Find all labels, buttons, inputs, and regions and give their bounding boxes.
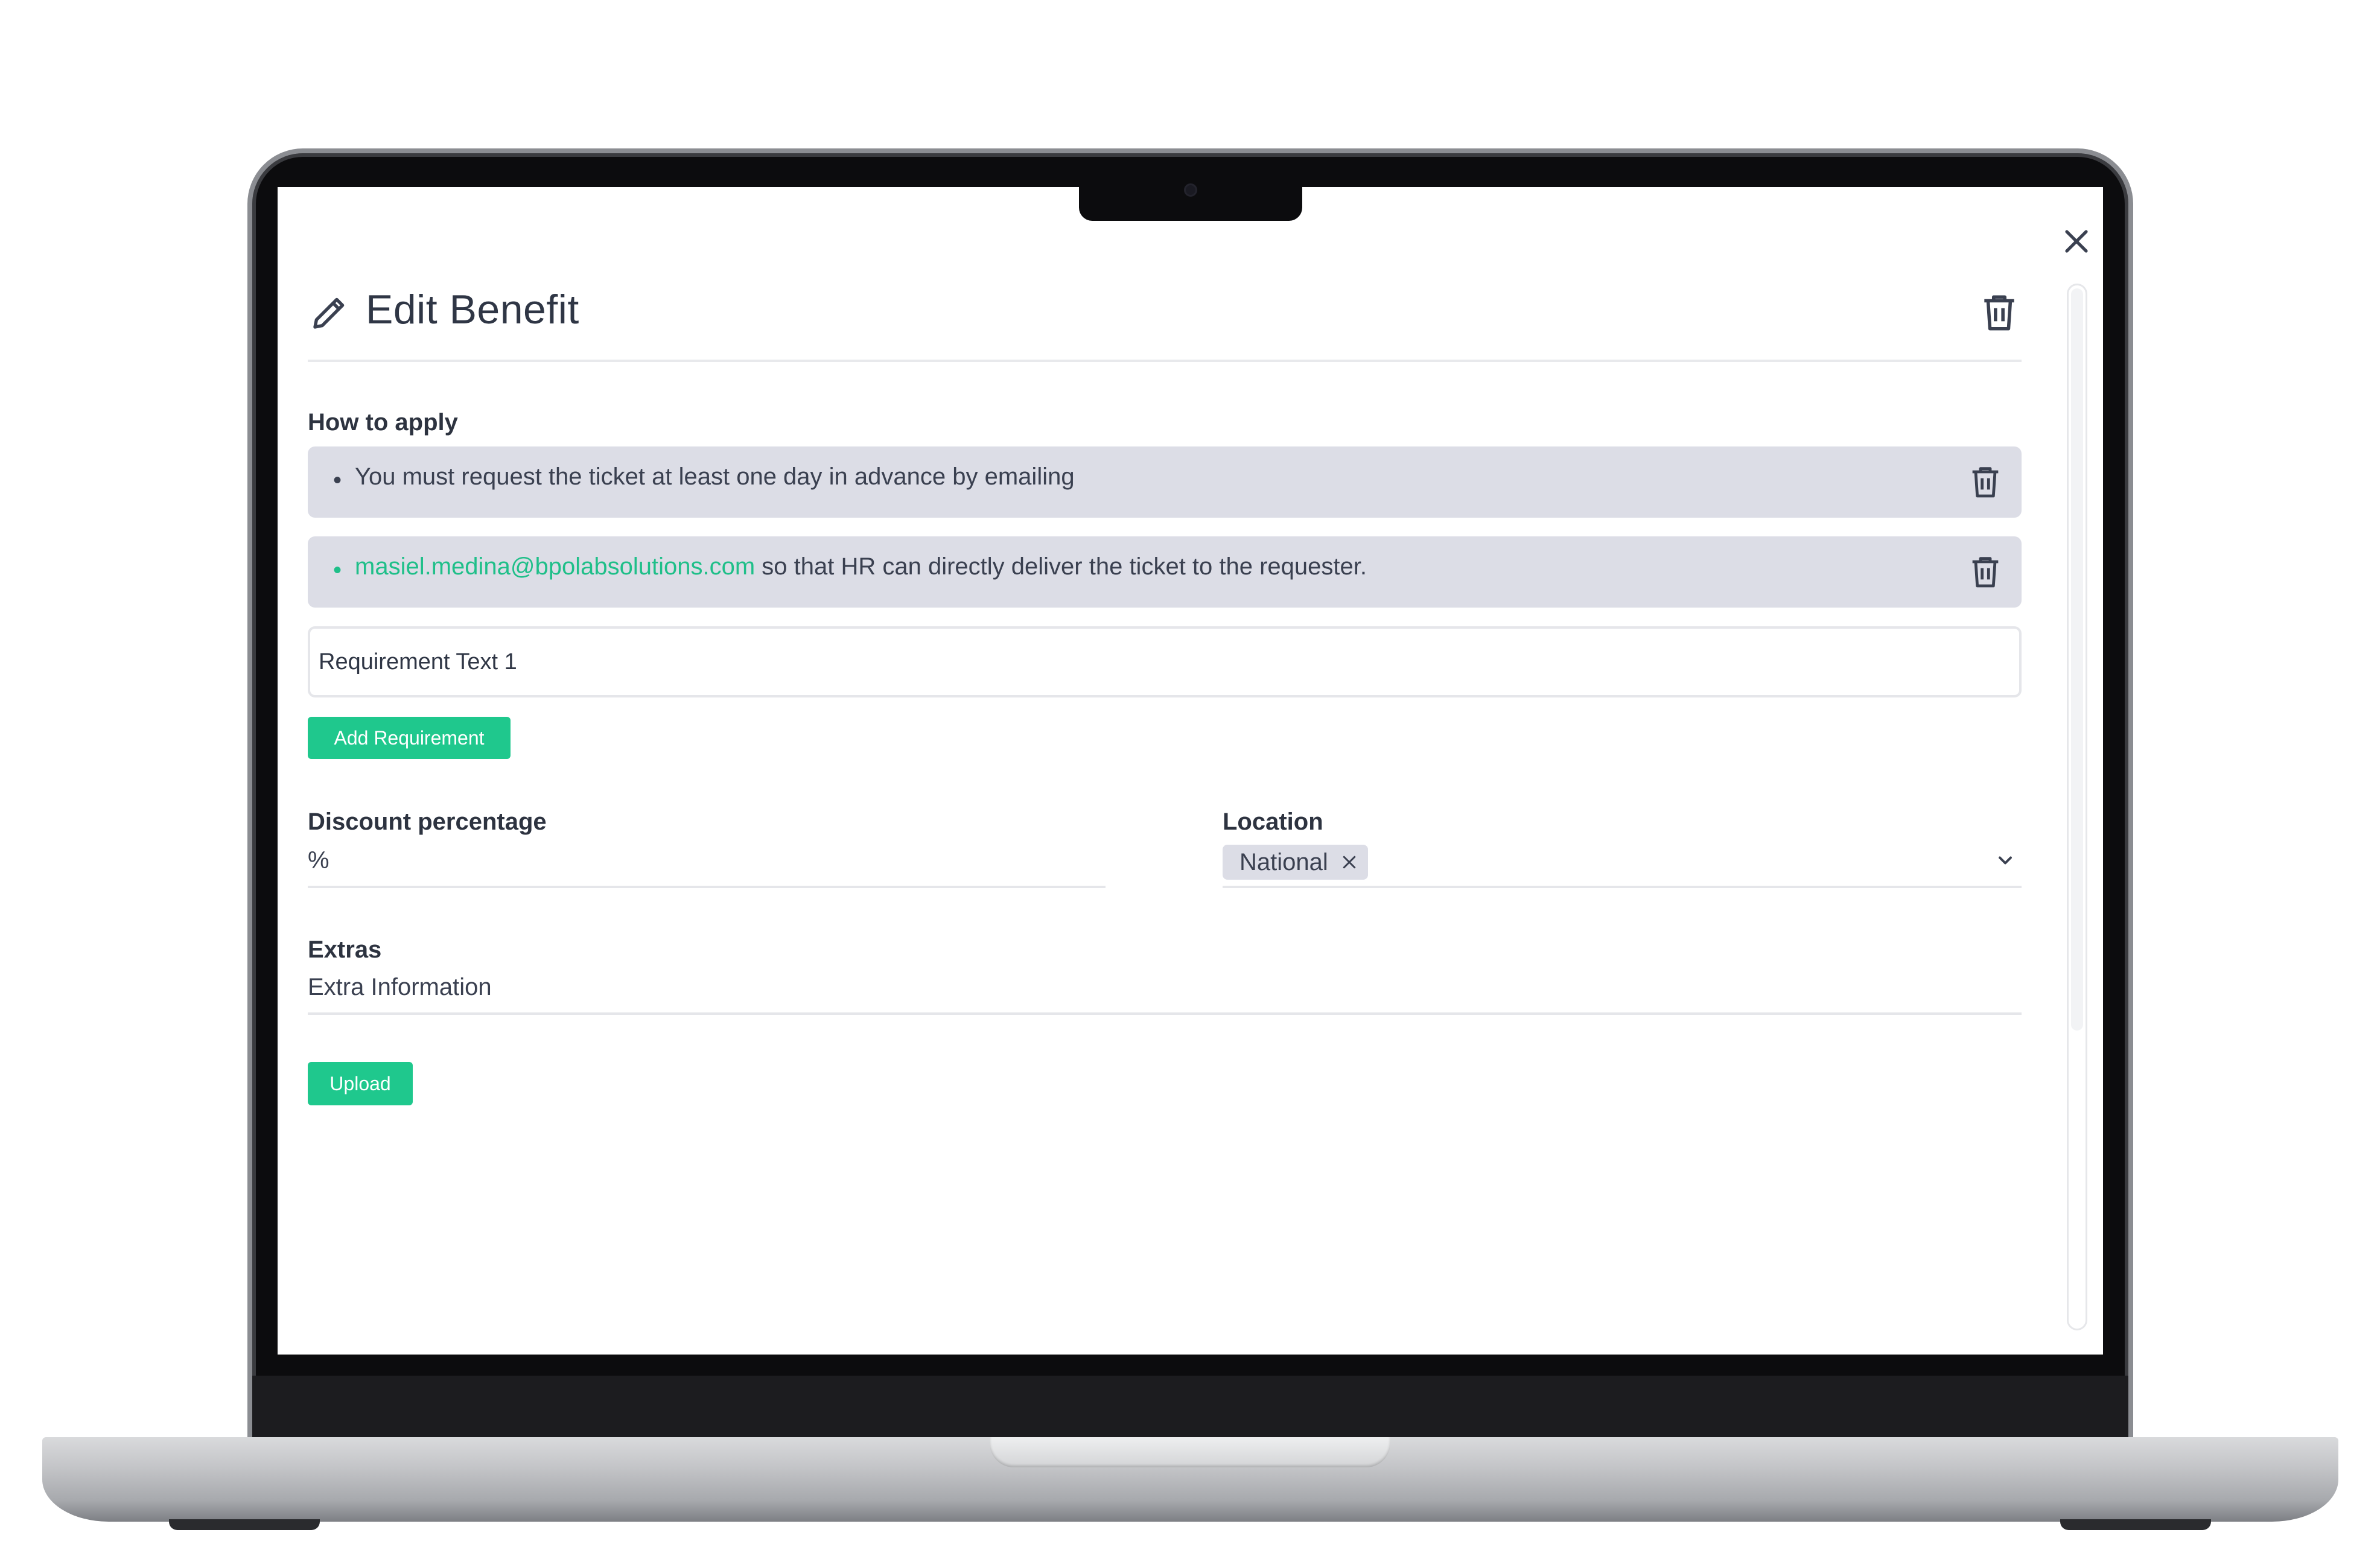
requirement-item: • masiel.medina@bpolabsolutions.com so t…	[308, 536, 2022, 608]
laptop-foot-right	[2060, 1519, 2211, 1530]
discount-input[interactable]: %	[308, 847, 329, 874]
add-requirement-button[interactable]: Add Requirement	[308, 717, 511, 759]
email-link[interactable]: masiel.medina@bpolabsolutions.com	[355, 553, 755, 580]
camera-icon	[1184, 183, 1197, 197]
extras-input[interactable]: Extra Information	[308, 974, 492, 1001]
laptop-foot-left	[169, 1519, 320, 1530]
page-title: Edit Benefit	[366, 287, 579, 332]
requirement-text: You must request the ticket at least one…	[355, 463, 1075, 490]
requirement-item: • You must request the ticket at least o…	[308, 446, 2022, 518]
chip-label: National	[1239, 848, 1328, 875]
close-button[interactable]	[2060, 224, 2093, 258]
discount-underline	[308, 886, 1106, 888]
laptop-screen	[278, 187, 2103, 1355]
chevron-down-icon[interactable]	[1994, 850, 2016, 871]
location-underline	[1223, 886, 2022, 888]
location-label: Location	[1223, 808, 1323, 835]
location-chip: National	[1223, 845, 1368, 880]
delete-benefit-trash-icon[interactable]	[1977, 290, 2022, 334]
requirement-input[interactable]	[308, 626, 2022, 697]
bullet: •	[333, 467, 342, 494]
extras-underline	[308, 1012, 2022, 1015]
pencil-icon	[313, 297, 345, 329]
bullet: •	[333, 557, 342, 583]
remove-chip-icon[interactable]	[1340, 853, 1358, 871]
delete-requirement-trash-icon[interactable]	[1966, 462, 2005, 501]
extras-label: Extras	[308, 936, 382, 963]
laptop-opening-groove	[990, 1437, 1390, 1467]
close-icon	[2065, 230, 2088, 253]
how-to-apply-label: How to apply	[308, 409, 458, 436]
dialog-header: Edit Benefit	[308, 278, 2022, 350]
upload-button[interactable]: Upload	[308, 1062, 413, 1105]
delete-requirement-trash-icon[interactable]	[1966, 552, 2005, 591]
requirement-text: masiel.medina@bpolabsolutions.com so tha…	[355, 553, 1367, 580]
discount-label: Discount percentage	[308, 808, 547, 835]
scrollbar-thumb[interactable]	[2071, 288, 2083, 1031]
header-divider	[308, 360, 2022, 362]
